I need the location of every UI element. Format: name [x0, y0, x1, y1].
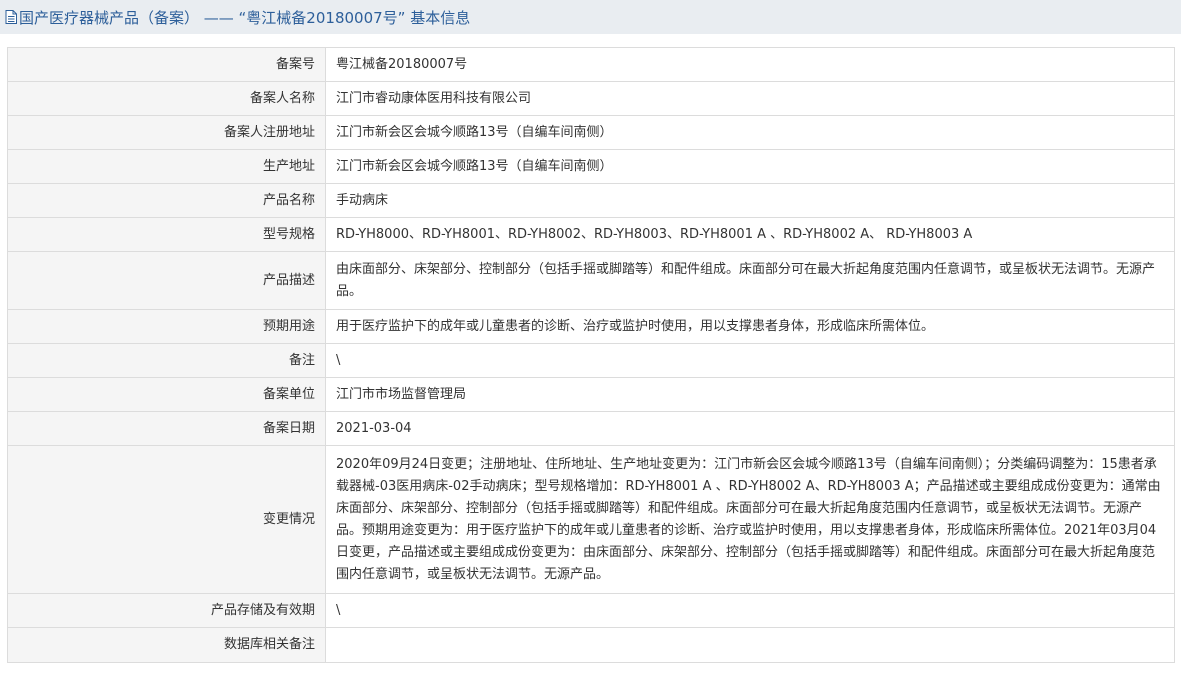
field-label: 备案日期 — [7, 411, 326, 446]
table-row: 生产地址 江门市新会区会城今顺路13号（自编车间南侧） — [7, 149, 1175, 184]
table-row: 产品名称 手动病床 — [7, 183, 1175, 218]
field-label: 数据库相关备注 — [7, 627, 326, 663]
field-label: 生产地址 — [7, 149, 326, 184]
field-label: 型号规格 — [7, 217, 326, 252]
field-value: 2020年09月24日变更；注册地址、住所地址、生产地址变更为：江门市新会区会城… — [325, 445, 1175, 594]
field-label: 备案人注册地址 — [7, 115, 326, 150]
field-label: 产品名称 — [7, 183, 326, 218]
field-label: 产品存储及有效期 — [7, 593, 326, 628]
table-row: 数据库相关备注 — [7, 627, 1175, 663]
field-value: 江门市新会区会城今顺路13号（自编车间南侧） — [325, 149, 1175, 184]
table-row: 备案号 粤江械备20180007号 — [7, 47, 1175, 82]
field-label: 备案人名称 — [7, 81, 326, 116]
table-row: 产品描述 由床面部分、床架部分、控制部分（包括手摇或脚踏等）和配件组成。床面部分… — [7, 251, 1175, 310]
table-row: 备案人名称 江门市睿动康体医用科技有限公司 — [7, 81, 1175, 116]
field-label: 变更情况 — [7, 445, 326, 594]
field-value: 粤江械备20180007号 — [325, 47, 1175, 82]
field-value: 用于医疗监护下的成年或儿童患者的诊断、治疗或监护时使用，用以支撑患者身体，形成临… — [325, 309, 1175, 344]
table-row: 备注 \ — [7, 343, 1175, 378]
page-header: 国产医疗器械产品（备案） —— “粤江械备20180007号” 基本信息 — [0, 0, 1181, 34]
table-row: 产品存储及有效期 \ — [7, 593, 1175, 628]
table-row: 备案人注册地址 江门市新会区会城今顺路13号（自编车间南侧） — [7, 115, 1175, 150]
field-value: \ — [325, 343, 1175, 378]
field-value: 江门市睿动康体医用科技有限公司 — [325, 81, 1175, 116]
table-row: 预期用途 用于医疗监护下的成年或儿童患者的诊断、治疗或监护时使用，用以支撑患者身… — [7, 309, 1175, 344]
document-icon — [5, 10, 17, 24]
field-label: 备案号 — [7, 47, 326, 82]
field-value: \ — [325, 593, 1175, 628]
info-table: 备案号 粤江械备20180007号 备案人名称 江门市睿动康体医用科技有限公司 … — [7, 47, 1175, 663]
table-row: 变更情况 2020年09月24日变更；注册地址、住所地址、生产地址变更为：江门市… — [7, 445, 1175, 594]
field-label: 产品描述 — [7, 251, 326, 310]
field-value: 2021-03-04 — [325, 411, 1175, 446]
field-label: 备注 — [7, 343, 326, 378]
field-value: 江门市市场监督管理局 — [325, 377, 1175, 412]
table-row: 型号规格 RD-YH8000、RD-YH8001、RD-YH8002、RD-YH… — [7, 217, 1175, 252]
page-title: 国产医疗器械产品（备案） —— “粤江械备20180007号” 基本信息 — [19, 8, 471, 27]
field-value: 江门市新会区会城今顺路13号（自编车间南侧） — [325, 115, 1175, 150]
field-value — [325, 627, 1175, 663]
table-row: 备案日期 2021-03-04 — [7, 411, 1175, 446]
field-value: 由床面部分、床架部分、控制部分（包括手摇或脚踏等）和配件组成。床面部分可在最大折… — [325, 251, 1175, 310]
field-value: 手动病床 — [325, 183, 1175, 218]
field-label: 备案单位 — [7, 377, 326, 412]
field-label: 预期用途 — [7, 309, 326, 344]
field-value: RD-YH8000、RD-YH8001、RD-YH8002、RD-YH8003、… — [325, 217, 1175, 252]
table-row: 备案单位 江门市市场监督管理局 — [7, 377, 1175, 412]
